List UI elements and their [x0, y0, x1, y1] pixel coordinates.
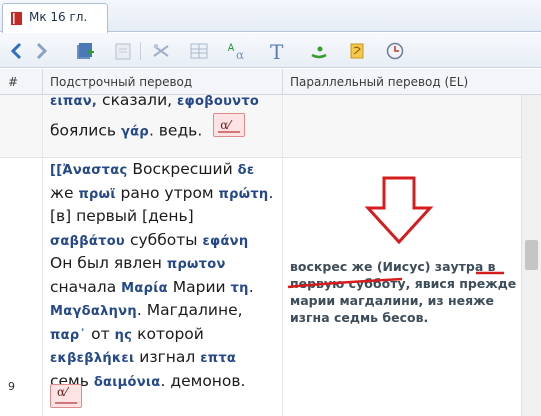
red-down-arrow-icon	[364, 176, 434, 244]
book-icon	[11, 12, 22, 25]
dictionary-icon[interactable]	[150, 40, 172, 62]
greek-word[interactable]: τη	[231, 281, 249, 296]
russian-word: . Магдалине,	[136, 301, 243, 319]
table-body: ειπαν, сказали, εφοβουντο боялись γάρ. в…	[0, 95, 521, 416]
table-row[interactable]: ειπαν, сказали, εφοβουντο боялись γάρ. в…	[0, 95, 521, 158]
alpha-note-button[interactable]: α⁄	[50, 384, 82, 408]
russian-word: изгнал	[134, 348, 201, 366]
greek-word[interactable]: [[Ἀναστας	[50, 163, 128, 178]
interlinear-line: [в] первый [день]	[50, 205, 194, 228]
greek-word[interactable]: γάρ	[121, 125, 149, 140]
greek-word[interactable]: Μαγδαληνη	[50, 304, 137, 319]
alpha-note-label: α⁄	[57, 385, 68, 399]
toolbar: Ꭺ α T	[0, 33, 541, 68]
column-header-parallel[interactable]: Параллельный перевод (EL)	[290, 69, 468, 95]
alpha-omega-icon[interactable]: Ꭺ α	[226, 40, 248, 62]
vertical-scrollbar[interactable]	[521, 95, 541, 416]
verse-number: 9	[8, 380, 15, 393]
parallel-line: марии магдалини, из нeяже	[290, 293, 495, 308]
column-divider	[282, 69, 283, 95]
column-divider	[42, 69, 43, 95]
greek-word[interactable]: επτα	[200, 351, 236, 366]
greek-word[interactable]: πρωϊ	[78, 187, 115, 202]
greek-word[interactable]: ειπαν,	[50, 95, 97, 109]
russian-word: Марии	[167, 277, 231, 296]
greek-word[interactable]: δε	[238, 163, 255, 178]
russian-word: .	[268, 183, 274, 202]
underline-icon	[218, 131, 241, 133]
greek-word[interactable]: εφοβουντο	[177, 95, 259, 109]
alpha-note-button[interactable]: α⁄	[213, 113, 246, 137]
column-header-interlinear[interactable]: Подстрочный перевод	[50, 69, 192, 95]
greek-word[interactable]: εκβεβλήκει	[50, 351, 134, 366]
russian-word: . ведь.	[148, 121, 203, 140]
table-row-verse-9[interactable]: 9 [[Ἀναστας Воскресший δε же πρωϊ рано ут…	[0, 158, 521, 416]
greek-word[interactable]: εφάνη	[202, 234, 248, 249]
greek-word[interactable]: δαιμόνια	[94, 375, 161, 390]
svg-text:α: α	[236, 48, 244, 62]
interlinear-line: Μαγδαληνη. Магдалине,	[50, 299, 243, 323]
svg-text:Ꭺ: Ꭺ	[227, 43, 235, 54]
interlinear-line: παρ᾽ от ης которой	[50, 323, 204, 347]
russian-word: же	[50, 183, 79, 202]
tab-bar: Мк 16 гл.	[0, 0, 541, 33]
russian-word: Воскресший	[127, 160, 238, 178]
column-divider	[42, 95, 43, 416]
underline-icon	[55, 402, 77, 404]
scrollbar-thumb[interactable]	[525, 240, 538, 270]
back-arrow-icon[interactable]	[6, 40, 28, 62]
russian-word: [в] первый [день]	[50, 207, 194, 225]
svg-text:T: T	[270, 40, 284, 62]
clock-icon[interactable]	[384, 40, 406, 62]
interlinear-line: боялись γάρ. ведь. α⁄	[50, 113, 246, 144]
greek-word[interactable]: παρ᾽	[50, 328, 86, 343]
table-icon[interactable]	[188, 40, 210, 62]
arabic-script-icon[interactable]	[308, 40, 330, 62]
russian-word: от	[86, 324, 115, 343]
text-T-icon[interactable]: T	[266, 40, 288, 62]
column-header-number[interactable]: #	[8, 69, 18, 95]
russian-word: субботы	[125, 230, 203, 249]
russian-word: .	[248, 277, 254, 296]
add-bookmark-icon[interactable]	[74, 40, 96, 62]
russian-word: сначала	[50, 277, 122, 296]
interlinear-line: же πρωϊ рано утром πρώτη.	[50, 182, 273, 206]
scroll-icon[interactable]	[346, 40, 368, 62]
forward-arrow-icon[interactable]	[30, 40, 52, 62]
greek-word[interactable]: πρώτη	[219, 187, 269, 202]
column-divider	[282, 95, 283, 416]
interlinear-line: ειπαν, сказали, εφοβουντο	[50, 95, 259, 113]
interlinear-line: [[Ἀναστας Воскресший δε	[50, 158, 254, 182]
russian-word: которой	[132, 324, 204, 343]
russian-word: Он был явлен	[50, 254, 167, 272]
toolbar-divider	[140, 42, 141, 60]
interlinear-line: сначала Μαρία Марии τη.	[50, 276, 254, 300]
red-underline-mark	[287, 277, 403, 289]
red-underline-mark	[476, 271, 504, 275]
greek-word[interactable]: πρωτον	[167, 257, 226, 272]
interlinear-line: σαββάτου субботы εφάνη	[50, 229, 248, 253]
document-icon[interactable]	[112, 40, 134, 62]
parallel-text: воскрес же (Иисус) заутра в первую суббо…	[287, 258, 520, 326]
greek-word[interactable]: ης	[115, 328, 133, 343]
tab-mark-16[interactable]: Мк 16 гл.	[2, 3, 108, 33]
russian-word: . демонов.	[160, 371, 246, 390]
russian-word: сказали,	[97, 95, 178, 109]
interlinear-line: Он был явлен πρωτον	[50, 252, 226, 276]
greek-word[interactable]: σαββάτου	[50, 234, 125, 249]
greek-word[interactable]: Μαρία	[121, 281, 168, 296]
table-header: # Подстрочный перевод Параллельный перев…	[0, 69, 541, 95]
russian-word: боялись	[50, 121, 121, 140]
russian-word: рано утром	[115, 183, 219, 202]
tab-label: Мк 16 гл.	[29, 10, 88, 24]
interlinear-line: εκβεβλήκει изгнал επτα	[50, 346, 236, 370]
parallel-line: изгна седмь бесов.	[290, 310, 429, 325]
